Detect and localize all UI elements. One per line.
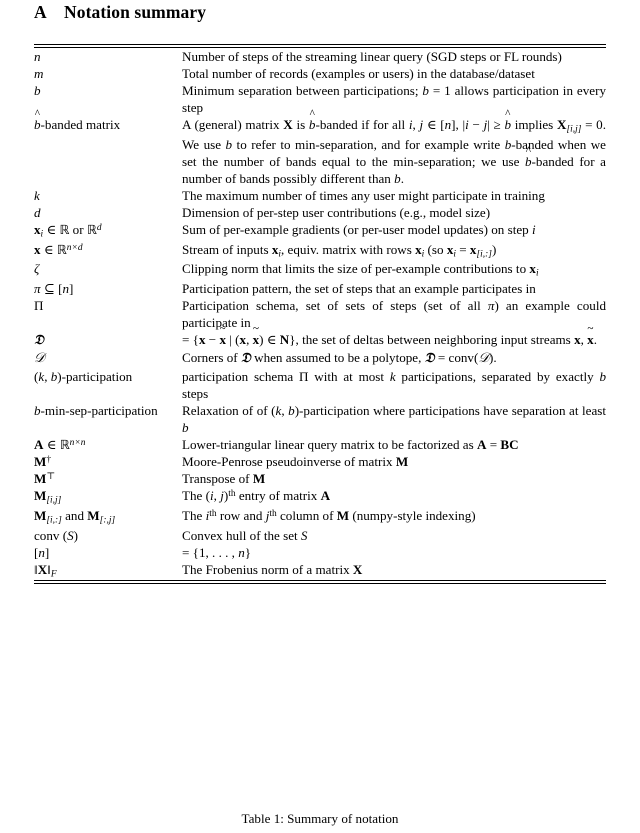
notation-table-body: n Number of steps of the streaming linea… [34,48,606,580]
table-row: n Number of steps of the streaming linea… [34,48,606,65]
table-row: 𝔇 = {x − ~ x | (x, ~ x) ∈ N}, the set of d… [34,323,606,349]
row-symbol: A ∈ ℝn×n [34,436,86,452]
table-row: b-min-sep-participation Relaxation of of… [34,402,606,436]
row-symbol: b-min-sep-participation [34,402,158,418]
table-row: A ∈ ℝn×n Lower-triangular linear query m… [34,436,606,453]
table-bottom-rules [34,580,606,585]
table-row: ‖X‖F The Frobenius norm of a matrix X [34,561,606,581]
row-symbol: ^ b-banded matrix [34,108,121,133]
page-title: A Notation summary [34,0,606,28]
table-row: M⊤ Transpose of M [34,470,606,487]
row-description: The ith row and jth column of M (numpy-s… [182,507,476,523]
row-symbol: k [34,187,40,203]
row-symbol: 𝒟 [34,351,45,367]
row-description: The maximum number of times any user mig… [182,187,545,203]
row-symbol: (k, b)-participation [34,368,133,384]
row-symbol: m [34,66,44,82]
notation-table: n Number of steps of the streaming linea… [34,44,606,585]
row-description: Transpose of M [182,471,266,487]
row-description: Corners of 𝔇 when assumed to be a polyto… [182,350,497,367]
table-row: (k, b)-participation participation schem… [34,368,606,402]
row-description: Convex hull of the set S [182,527,308,543]
table-row: M[i,:] and M[:,j] The ith row and jth co… [34,507,606,527]
row-symbol: n [34,49,41,64]
table-row: 𝒟 Corners of 𝔇 when assumed to be a poly… [34,349,606,367]
section-number: A [34,2,47,22]
table-row: π ⊆ [n] Participation pattern, the set o… [34,280,606,297]
row-symbol: d [34,204,41,220]
row-symbol: [n] [34,544,50,560]
row-description: Participation schema, set of sets of ste… [182,297,606,330]
row-symbol: Π [34,297,44,313]
table-row: b Minimum separation between participati… [34,82,606,116]
table-row: [n] = {1, . . . , n} [34,544,606,561]
row-description: A (general) matrix X is ^ b-banded if for… [182,108,607,186]
table-bottom-rule-thin [34,583,606,585]
row-description: The Frobenius norm of a matrix X [182,561,363,577]
row-symbol: ζ [34,261,40,277]
row-symbol: M⊤ [34,471,56,487]
row-symbol: M[i,j] [34,488,62,506]
section-title: Notation summary [64,2,207,22]
table-row: x ∈ ℝn×d Stream of inputs xi, equiv. mat… [34,241,606,261]
table-row: ^ b-banded matrix A (general) matrix X is… [34,108,607,187]
row-description: Number of steps of the streaming linear … [182,49,562,64]
table-row: conv (S) Convex hull of the set S [34,527,606,544]
table-row: m Total number of records (examples or u… [34,65,606,82]
table-row: xi ∈ ℝ or ℝd Sum of per-example gradient… [34,221,606,241]
row-symbol: xi ∈ ℝ or ℝd [34,221,102,240]
table-bottom-rule-thick [34,580,606,582]
table-caption: Table 1: Summary of notation [241,810,399,826]
row-description: The (i, j)th entry of matrix A [182,488,331,504]
row-description: Stream of inputs xi, equiv. matrix with … [182,241,497,259]
row-description: Total number of records (examples or use… [182,66,535,82]
row-description: Minimum separation between participation… [182,83,606,116]
row-symbol: 𝔇 [34,332,44,348]
row-symbol: x ∈ ℝn×d [34,241,83,257]
row-description: Lower-triangular linear query matrix to … [182,436,519,452]
row-symbol: ‖X‖F [34,561,57,580]
row-symbol: M[i,:] and M[:,j] [34,507,116,526]
row-symbol: conv (S) [34,527,79,543]
row-symbol: M† [34,454,52,470]
row-description: Clipping norm that limits the size of pe… [182,261,539,279]
table-top-rule-thick [34,44,606,45]
row-description: Dimension of per-step user contributions… [182,204,491,220]
row-symbol: π ⊆ [n] [34,280,74,296]
table-row: ζ Clipping norm that limits the size of … [34,260,606,280]
paper-page: A Notation summary n Number of steps of … [0,0,640,833]
table-row: M[i,j] The (i, j)th entry of matrix A [34,487,606,507]
table-row: M† Moore-Penrose pseudoinverse of matrix… [34,453,606,470]
row-description: Sum of per-example gradients (or per-use… [182,221,536,237]
table-row: Π Participation schema, set of sets of s… [34,297,606,331]
row-description: = {1, . . . , n} [182,544,252,560]
table-row: d Dimension of per-step user contributio… [34,204,606,221]
row-symbol: b [34,83,41,99]
row-description: participation schema Π with at most k pa… [182,368,606,401]
row-description: Moore-Penrose pseudoinverse of matrix M [182,454,409,470]
table-row: k The maximum number of times any user m… [34,187,606,204]
row-description: Participation pattern, the set of steps … [182,280,536,296]
row-description: = {x − ~ x | (x, ~ x) ∈ N}, the set of del… [182,323,597,347]
row-description: Relaxation of of (k, b)-participation wh… [182,402,607,435]
